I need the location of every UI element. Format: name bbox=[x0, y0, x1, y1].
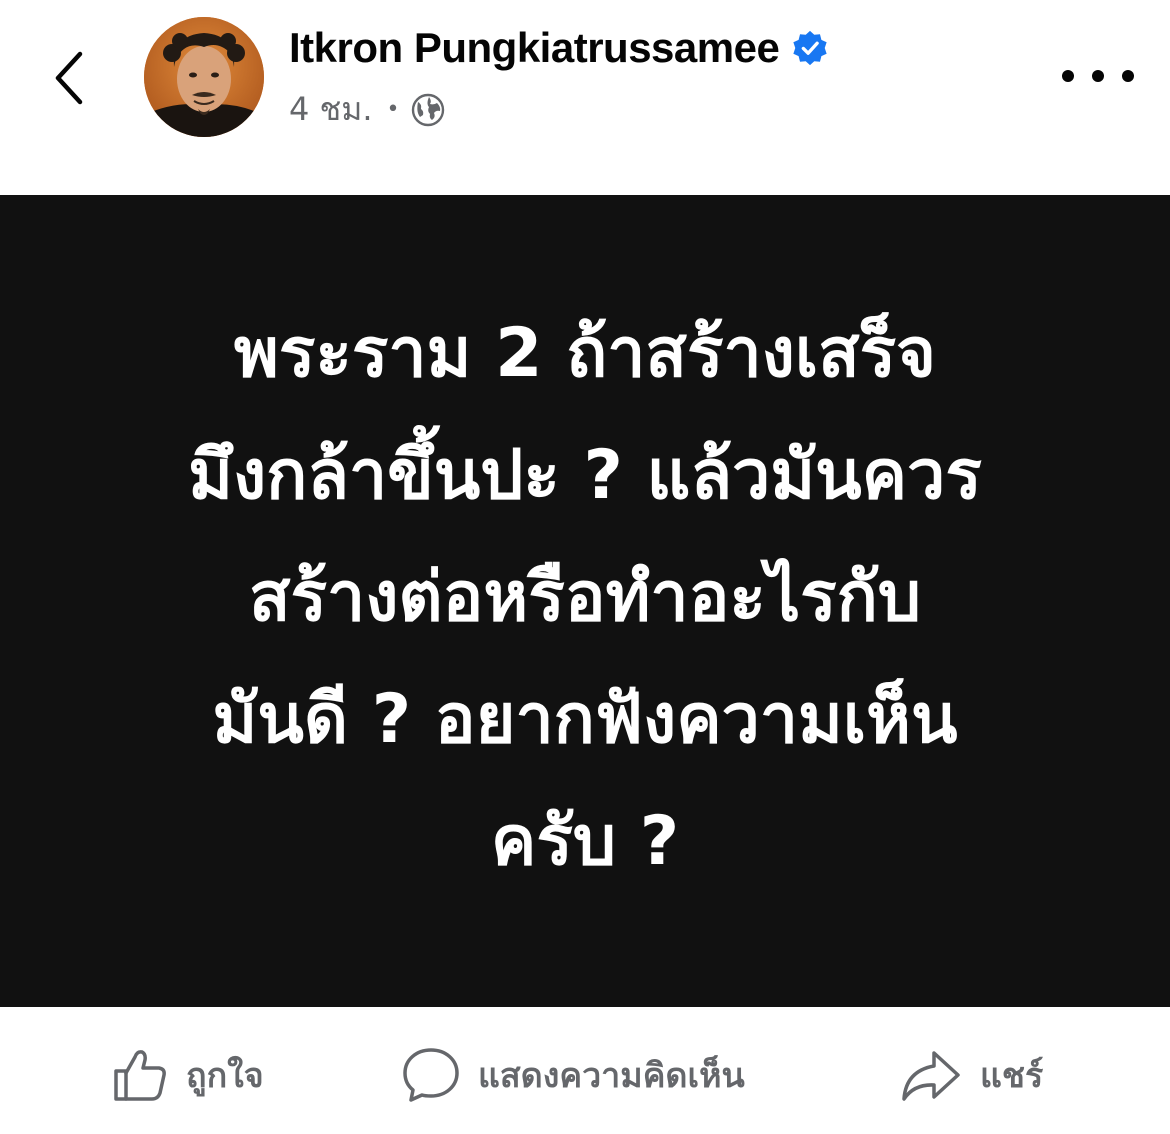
like-label: ถูกใจ bbox=[186, 1056, 264, 1096]
verified-badge-icon bbox=[793, 30, 827, 66]
post-line: มันดี ? อยากฟังความเห็น bbox=[212, 680, 958, 759]
post-header: Itkron Pungkiatrussamee 4 ชม. • bbox=[0, 0, 1170, 195]
post-text: พระราม 2 ถ้าสร้างเสร็จ มึงกล้าขึ้นปะ ? แ… bbox=[95, 293, 1075, 903]
comment-bubble-icon bbox=[403, 1048, 459, 1102]
share-button[interactable]: แชร์ bbox=[898, 1039, 1043, 1111]
author-name[interactable]: Itkron Pungkiatrussamee bbox=[289, 24, 829, 72]
post-time[interactable]: 4 ชม. bbox=[289, 84, 373, 135]
post-line: มึงกล้าขึ้นปะ ? แล้วมันควร bbox=[188, 436, 982, 515]
avatar-image bbox=[144, 17, 264, 137]
more-options-button[interactable] bbox=[1062, 50, 1134, 102]
meta-separator: • bbox=[386, 97, 400, 122]
post-line: พระราม 2 ถ้าสร้างเสร็จ bbox=[234, 314, 936, 393]
thumbs-up-icon bbox=[114, 1050, 166, 1101]
chevron-left-icon bbox=[55, 51, 83, 105]
more-dots-icon bbox=[1062, 70, 1074, 82]
share-label: แชร์ bbox=[980, 1056, 1044, 1096]
action-bar: ถูกใจ แสดงความคิดเห็น แชร์ bbox=[0, 1007, 1170, 1134]
back-button[interactable] bbox=[40, 38, 100, 118]
more-dot bbox=[1122, 70, 1134, 82]
share-arrow-icon bbox=[902, 1051, 960, 1101]
comment-button[interactable]: แสดงความคิดเห็น bbox=[400, 1039, 745, 1111]
avatar[interactable] bbox=[144, 17, 264, 137]
like-button[interactable]: ถูกใจ bbox=[110, 1039, 264, 1111]
comment-label: แสดงความคิดเห็น bbox=[478, 1056, 745, 1096]
globe-icon bbox=[411, 93, 444, 126]
more-dot bbox=[1092, 70, 1104, 82]
author-name-text: Itkron Pungkiatrussamee bbox=[289, 24, 780, 71]
post-meta: 4 ชม. • bbox=[289, 84, 446, 135]
post-line: ครับ ? bbox=[490, 802, 680, 881]
post-line: สร้างต่อหรือทำอะไรกับ bbox=[248, 558, 922, 637]
post-image[interactable]: พระราม 2 ถ้าสร้างเสร็จ มึงกล้าขึ้นปะ ? แ… bbox=[0, 195, 1170, 1007]
